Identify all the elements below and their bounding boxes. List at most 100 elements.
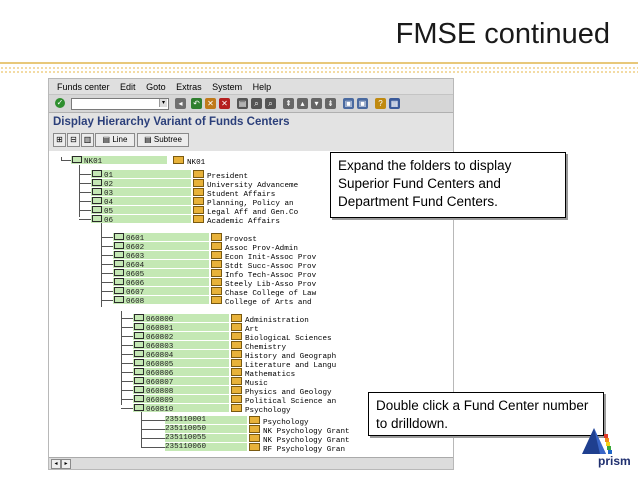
folder-icon[interactable] — [114, 269, 124, 276]
node-id[interactable]: 02 — [91, 179, 191, 189]
folder-icon[interactable] — [114, 278, 124, 285]
layout-menu-icon[interactable]: ▦ — [389, 98, 400, 109]
hierarchy-icon-button[interactable]: ▥ — [81, 133, 94, 147]
node-id[interactable]: 04 — [91, 197, 191, 207]
scroll-right-icon[interactable]: ▸ — [61, 459, 71, 469]
folder-icon[interactable] — [134, 377, 144, 384]
tree-node-0608[interactable]: 0608 College of Arts and — [49, 296, 453, 307]
menu-extras[interactable]: Extras — [176, 82, 202, 92]
tree-node-060804[interactable]: 060804 History and Geograph — [49, 350, 453, 361]
menu-help[interactable]: Help — [253, 82, 272, 92]
folder-icon[interactable] — [134, 350, 144, 357]
node-id[interactable]: 235110055 — [165, 434, 247, 442]
find-icon[interactable]: ⌕ — [251, 98, 262, 109]
exit-icon[interactable]: ✕ — [205, 98, 216, 109]
node-id[interactable]: 0605 — [113, 269, 209, 279]
folder-icon[interactable] — [134, 323, 144, 330]
node-id[interactable]: 0604 — [113, 260, 209, 270]
tree-node-060800[interactable]: 060800 Administration — [49, 314, 453, 325]
subtree-button[interactable]: ▤ Subtree — [137, 133, 189, 147]
folder-icon[interactable] — [92, 170, 102, 177]
node-id[interactable]: 060808 — [133, 386, 229, 396]
folder-open-icon[interactable] — [72, 156, 82, 163]
node-id[interactable]: 05 — [91, 206, 191, 216]
tree-node-0601[interactable]: 0601 Provost — [49, 233, 453, 244]
folder-icon[interactable] — [114, 233, 124, 240]
node-id[interactable]: 0601 — [113, 233, 209, 243]
tree-node-060802[interactable]: 060802 BiologicaL Sciences — [49, 332, 453, 343]
folder-icon[interactable] — [134, 332, 144, 339]
tree-node-060801[interactable]: 060801 Art — [49, 323, 453, 334]
node-id[interactable]: 235110001 — [165, 416, 247, 424]
folder-icon[interactable] — [92, 188, 102, 195]
scroll-left-icon[interactable]: ◂ — [51, 459, 61, 469]
node-id[interactable]: 060802 — [133, 332, 229, 342]
tree-node-060807[interactable]: 060807 Music — [49, 377, 453, 388]
folder-icon[interactable] — [114, 287, 124, 294]
folder-icon[interactable] — [134, 359, 144, 366]
node-id[interactable]: 0602 — [113, 242, 209, 252]
node-id[interactable]: 235110050 — [165, 425, 247, 433]
command-history-icon[interactable]: ▾ — [159, 99, 167, 107]
find-next-icon[interactable]: ⌕ — [265, 98, 276, 109]
node-id[interactable]: 03 — [91, 188, 191, 198]
folder-icon[interactable] — [134, 368, 144, 375]
folder-icon[interactable] — [92, 197, 102, 204]
back-icon[interactable]: ↶ — [191, 98, 202, 109]
command-field[interactable] — [71, 98, 169, 110]
folder-icon[interactable] — [92, 206, 102, 213]
menu-edit[interactable]: Edit — [120, 82, 136, 92]
node-id[interactable]: 060804 — [133, 350, 229, 360]
folder-icon[interactable] — [114, 251, 124, 258]
folder-icon[interactable] — [134, 341, 144, 348]
node-id[interactable]: 06 — [91, 215, 191, 225]
menu-goto[interactable]: Goto — [146, 82, 166, 92]
folder-open-icon[interactable] — [134, 404, 144, 411]
menu-system[interactable]: System — [212, 82, 242, 92]
enter-check-icon[interactable]: ✓ — [55, 98, 65, 108]
last-page-icon[interactable]: ⇟ — [325, 98, 336, 109]
collapse-node-button[interactable]: ⊟ — [67, 133, 80, 147]
expand-node-button[interactable]: ⊞ — [53, 133, 66, 147]
tree-node-060806[interactable]: 060806 Mathematics — [49, 368, 453, 379]
node-id[interactable]: 060809 — [133, 395, 229, 405]
node-id[interactable]: NK01 — [71, 156, 167, 166]
node-id[interactable]: 060803 — [133, 341, 229, 351]
node-id[interactable]: 0608 — [113, 296, 209, 306]
folder-icon[interactable] — [114, 260, 124, 267]
save-icon[interactable]: ◂ — [175, 98, 186, 109]
folder-icon[interactable] — [134, 395, 144, 402]
next-page-icon[interactable]: ▾ — [311, 98, 322, 109]
node-id[interactable]: 0606 — [113, 278, 209, 288]
node-id[interactable]: 060810 — [133, 404, 229, 414]
line-button[interactable]: ▤ Line — [95, 133, 135, 147]
tree-node-0602[interactable]: 0602 Assoc Prov-Admin — [49, 242, 453, 253]
tree-node-0606[interactable]: 0606 Steely Lib-Asso Prov — [49, 278, 453, 289]
print-icon[interactable]: ▤ — [237, 98, 248, 109]
new-session-icon[interactable]: ▣ — [343, 98, 354, 109]
tree-node-235110060[interactable]: 235110060 RF Psychology Gran — [49, 443, 453, 454]
shortcut-icon[interactable]: ▣ — [357, 98, 368, 109]
tree-node-060805[interactable]: 060805 Literature and Langu — [49, 359, 453, 370]
node-id[interactable]: 060807 — [133, 377, 229, 387]
first-page-icon[interactable]: ⇞ — [283, 98, 294, 109]
help-icon[interactable]: ? — [375, 98, 386, 109]
previous-page-icon[interactable]: ▴ — [297, 98, 308, 109]
cancel-icon[interactable]: ✕ — [219, 98, 230, 109]
tree-node-0607[interactable]: 0607 Chase College of Law — [49, 287, 453, 298]
menu-funds-center[interactable]: Funds center — [57, 82, 110, 92]
tree-node-0603[interactable]: 0603 Econ Init-Assoc Prov — [49, 251, 453, 262]
folder-icon[interactable] — [114, 242, 124, 249]
node-id[interactable]: 060801 — [133, 323, 229, 333]
folder-open-icon[interactable] — [114, 296, 124, 303]
folder-icon[interactable] — [134, 386, 144, 393]
tree-node-0605[interactable]: 0605 Info Tech-Assoc Prov — [49, 269, 453, 280]
node-id[interactable]: 060800 — [133, 314, 229, 324]
tree-node-0604[interactable]: 0604 Stdt Succ-Assoc Prov — [49, 260, 453, 271]
node-id[interactable]: 0607 — [113, 287, 209, 297]
node-id[interactable]: 0603 — [113, 251, 209, 261]
folder-open-icon[interactable] — [92, 215, 102, 222]
node-id[interactable]: 060806 — [133, 368, 229, 378]
tree-node-060803[interactable]: 060803 Chemistry — [49, 341, 453, 352]
node-id[interactable]: 01 — [91, 170, 191, 180]
